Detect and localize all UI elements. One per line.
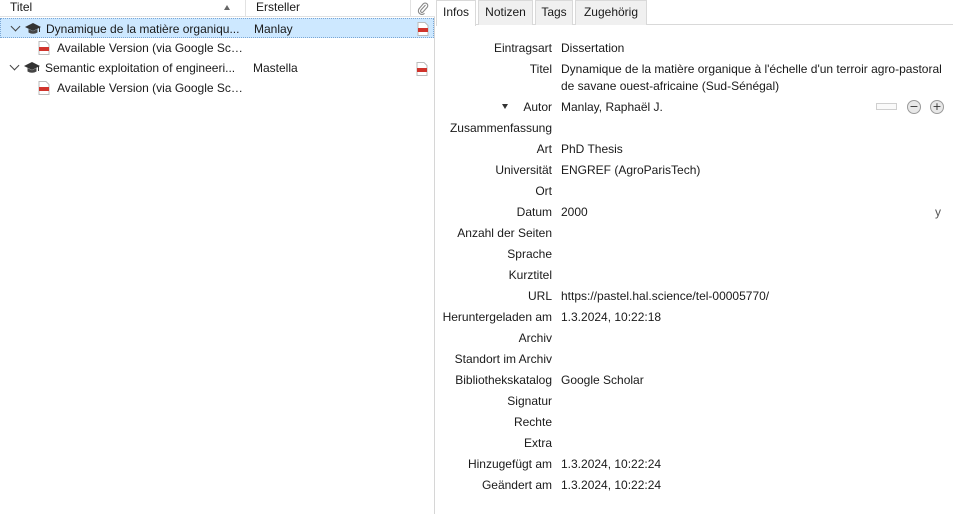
field-item-type: Eintragsart Dissertation: [436, 38, 953, 58]
field-label: Signatur: [507, 394, 552, 408]
field-label: Hinzugefügt am: [467, 457, 552, 471]
field-label[interactable]: URL: [528, 289, 552, 303]
field-label: Archiv: [518, 331, 552, 345]
date-modified-value: 1.3.2024, 10:22:24: [561, 478, 662, 492]
item-row-2[interactable]: Semantic exploitation of engineeri... Ma…: [0, 58, 434, 78]
field-archive-location: Standort im Archiv: [436, 349, 953, 369]
field-label: Kurztitel: [508, 268, 552, 282]
remove-author-button[interactable]: −: [907, 100, 921, 114]
item-type-value[interactable]: Dissertation: [561, 41, 624, 55]
column-title-label: Titel: [10, 0, 33, 14]
attachment-row-2[interactable]: Available Version (via Google Sch...: [0, 78, 434, 98]
column-creator-label: Ersteller: [256, 0, 301, 14]
field-label: Ort: [535, 184, 552, 198]
title-value[interactable]: Dynamique de la matière organique à l'éc…: [561, 61, 951, 95]
attachment-title: Available Version (via Google Sch...: [57, 81, 243, 95]
item-details-pane: Infos Notizen Tags Zugehörig Eintragsart…: [436, 0, 953, 514]
field-archive: Archiv: [436, 328, 953, 348]
field-label: Sprache: [507, 247, 552, 261]
field-label: Eintragsart: [493, 41, 552, 55]
type-value[interactable]: PhD Thesis: [561, 142, 623, 156]
field-label: Geändert am: [481, 478, 552, 492]
field-label: Extra: [523, 436, 552, 450]
field-label: Rechte: [513, 415, 552, 429]
pdf-icon: [38, 41, 50, 55]
date-value[interactable]: 2000: [561, 205, 588, 219]
item-creator: Manlay: [254, 22, 293, 36]
field-label: Standort im Archiv: [454, 352, 552, 366]
attachment-title: Available Version (via Google Sch...: [57, 41, 243, 55]
field-label[interactable]: Autor: [523, 100, 552, 114]
field-language: Sprache: [436, 244, 953, 264]
date-format-hint: y: [935, 205, 941, 219]
tab-infos[interactable]: Infos: [436, 0, 476, 26]
field-label: Art: [536, 142, 552, 156]
field-type: Art PhD Thesis: [436, 139, 953, 159]
university-value[interactable]: ENGREF (AgroParisTech): [561, 163, 700, 177]
items-list-pane: Titel Ersteller Dynamique de la matière …: [0, 0, 435, 514]
field-date: Datum 2000 y: [436, 202, 953, 222]
field-date-added: Hinzugefügt am 1.3.2024, 10:22:24: [436, 454, 953, 474]
field-label: Heruntergeladen am: [442, 310, 552, 324]
chevron-down-icon[interactable]: [9, 60, 20, 71]
accessed-value[interactable]: 1.3.2024, 10:22:18: [561, 310, 661, 324]
name-format-switch[interactable]: [876, 103, 897, 110]
field-accessed: Heruntergeladen am 1.3.2024, 10:22:18: [436, 307, 953, 327]
chevron-down-icon[interactable]: [10, 21, 21, 32]
item-creator: Mastella: [253, 61, 298, 75]
field-label: Titel: [529, 62, 552, 76]
field-university: Universität ENGREF (AgroParisTech): [436, 160, 953, 180]
column-header-attachments[interactable]: [412, 0, 434, 17]
field-rights: Rechte: [436, 412, 953, 432]
field-author: Autor Manlay, Raphaël J. − +: [436, 97, 953, 117]
field-extra: Extra: [436, 433, 953, 453]
field-label: Zusammenfassung: [449, 121, 552, 135]
attachment-row-1[interactable]: Available Version (via Google Sch...: [0, 38, 434, 58]
pdf-icon[interactable]: [417, 22, 429, 36]
field-short-title: Kurztitel: [436, 265, 953, 285]
field-label: Universität: [495, 163, 552, 177]
field-label: Bibliothekskatalog: [455, 373, 552, 387]
date-added-value: 1.3.2024, 10:22:24: [561, 457, 662, 471]
field-label: Anzahl der Seiten: [457, 226, 552, 240]
column-header-title[interactable]: Titel: [0, 0, 246, 17]
library-catalog-value[interactable]: Google Scholar: [561, 373, 644, 387]
graduation-cap-icon: [25, 23, 41, 34]
field-library-catalog: Bibliothekskatalog Google Scholar: [436, 370, 953, 390]
field-label: Datum: [516, 205, 552, 219]
sort-ascending-icon: [224, 5, 230, 10]
item-row-1[interactable]: Dynamique de la matière organiqu... Manl…: [0, 18, 434, 38]
item-tabs: Infos Notizen Tags Zugehörig: [436, 0, 953, 26]
field-abstract: Zusammenfassung: [436, 118, 953, 138]
graduation-cap-icon: [24, 62, 40, 73]
field-call-number: Signatur: [436, 391, 953, 411]
field-url: URL https://pastel.hal.science/tel-00005…: [436, 286, 953, 306]
field-place: Ort: [436, 181, 953, 201]
item-title: Dynamique de la matière organiqu...: [46, 22, 240, 36]
tab-related[interactable]: Zugehörig: [575, 0, 647, 25]
pdf-icon[interactable]: [416, 62, 428, 76]
tab-notes[interactable]: Notizen: [478, 0, 533, 25]
field-title: Titel Dynamique de la matière organique …: [436, 59, 953, 97]
column-header-creator[interactable]: Ersteller: [247, 0, 411, 17]
tab-tags[interactable]: Tags: [535, 0, 573, 25]
field-pages: Anzahl der Seiten: [436, 223, 953, 243]
field-date-modified: Geändert am 1.3.2024, 10:22:24: [436, 475, 953, 495]
paperclip-icon: [417, 2, 429, 15]
add-author-button[interactable]: +: [930, 100, 944, 114]
creator-type-dropdown-icon[interactable]: [502, 104, 508, 109]
pdf-icon: [38, 81, 50, 95]
url-value[interactable]: https://pastel.hal.science/tel-00005770/: [561, 289, 769, 303]
author-value[interactable]: Manlay, Raphaël J.: [561, 100, 663, 114]
column-header-row: Titel Ersteller: [0, 0, 435, 17]
item-title: Semantic exploitation of engineeri...: [45, 61, 236, 75]
